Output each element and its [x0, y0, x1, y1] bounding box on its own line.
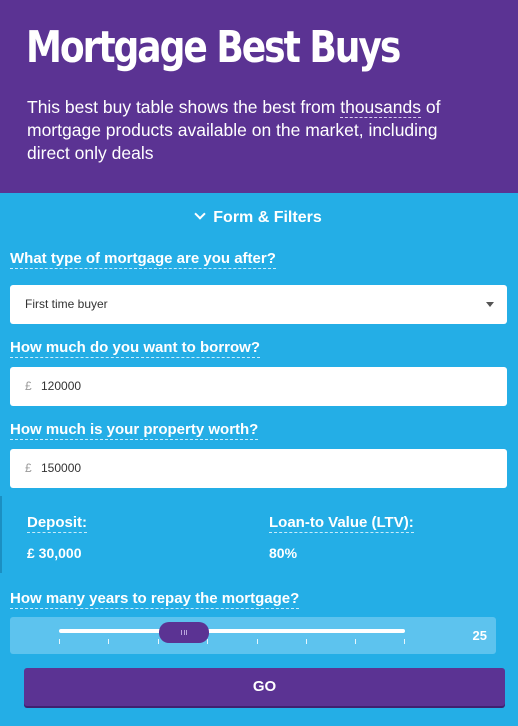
- mortgage-type-value: First time buyer: [25, 297, 108, 311]
- slider-tick: [257, 639, 258, 644]
- chevron-down-icon: [194, 208, 206, 220]
- property-value-question[interactable]: How much is your property worth?: [10, 421, 259, 440]
- property-value-input[interactable]: £ 150000: [10, 449, 507, 488]
- slider-track[interactable]: [59, 629, 405, 633]
- property-value-value: 150000: [41, 461, 82, 475]
- slider-tick: [207, 639, 208, 644]
- term-slider[interactable]: 25: [10, 617, 496, 654]
- slider-handle[interactable]: [159, 622, 209, 643]
- mortgage-type-select[interactable]: First time buyer: [10, 285, 507, 324]
- term-years-value: 25: [472, 628, 487, 643]
- grip-icon: [181, 630, 187, 635]
- page-header: Mortgage Best Buys This best buy table s…: [0, 0, 518, 193]
- pound-sign: £: [25, 461, 32, 475]
- slider-tick: [158, 639, 159, 644]
- slider-tick: [108, 639, 109, 644]
- ltv-value: 80%: [269, 545, 298, 561]
- form-filters-label: Form & Filters: [213, 209, 322, 226]
- deposit-value: £ 30,000: [27, 545, 82, 561]
- deposit-ltv-summary: Deposit: £ 30,000 Loan-to Value (LTV): 8…: [0, 496, 518, 573]
- intro-text: This best buy table shows the best from …: [27, 96, 467, 165]
- page-title: Mortgage Best Buys: [26, 22, 401, 73]
- filters-panel: Form & Filters What type of mortgage are…: [0, 193, 518, 726]
- go-button[interactable]: GO: [24, 668, 505, 706]
- borrow-amount-input[interactable]: £ 120000: [10, 367, 507, 406]
- pound-sign: £: [25, 379, 32, 393]
- term-question[interactable]: How many years to repay the mortgage?: [10, 590, 300, 609]
- slider-tick: [355, 639, 356, 644]
- form-filters-toggle[interactable]: Form & Filters: [0, 208, 518, 227]
- borrow-amount-value: 120000: [41, 379, 82, 393]
- borrow-question[interactable]: How much do you want to borrow?: [10, 339, 260, 358]
- slider-tick: [306, 639, 307, 644]
- mortgage-type-question[interactable]: What type of mortgage are you after?: [10, 250, 276, 269]
- slider-tick: [59, 639, 60, 644]
- intro-text-start: This best buy table shows the best from: [27, 97, 341, 117]
- thousands-tooltip-link[interactable]: thousands: [340, 97, 421, 118]
- slider-tick: [404, 639, 405, 644]
- caret-down-icon: [486, 302, 494, 307]
- deposit-label[interactable]: Deposit:: [27, 514, 87, 533]
- ltv-label[interactable]: Loan-to Value (LTV):: [269, 514, 414, 533]
